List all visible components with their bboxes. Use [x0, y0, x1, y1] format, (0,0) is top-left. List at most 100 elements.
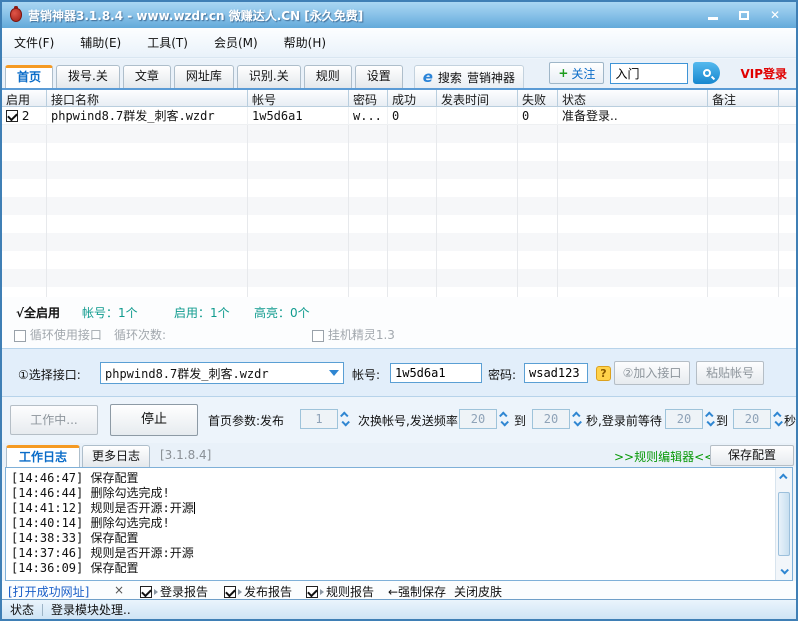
add-interface-button[interactable]: ②加入接口: [614, 361, 690, 385]
control-panel: 工作中... 停止 首页参数:发布 1 次换帐号,发送频率 20 到 20 秒,…: [2, 397, 796, 443]
table-row[interactable]: 2 phpwind8.7群发_刺客.wzdr 1w5d6a1 w... 0 0 …: [2, 106, 796, 125]
row-status: 准备登录..: [558, 106, 708, 125]
menu-tools[interactable]: 工具(T): [147, 34, 188, 51]
tab-url-library[interactable]: 网址库: [173, 65, 234, 88]
log-scrollbar[interactable]: [775, 468, 792, 580]
plus-icon: +: [558, 66, 569, 80]
spinner-arrows-icon[interactable]: [570, 409, 583, 429]
wait-from-stepper[interactable]: 20: [665, 409, 716, 429]
close-button[interactable]: ✕: [766, 7, 784, 23]
login-report-checkbox[interactable]: 登录报告: [140, 583, 208, 600]
follow-button[interactable]: + 关注: [549, 62, 605, 84]
maximize-icon: [739, 10, 749, 20]
row-interface-name: phpwind8.7群发_刺客.wzdr: [47, 106, 248, 125]
freq-from-stepper[interactable]: 20: [459, 409, 510, 429]
row-password: w...: [349, 106, 388, 125]
tab-recognize[interactable]: 识别.关: [236, 65, 301, 88]
rule-editor-link[interactable]: >>规则编辑器<<: [614, 448, 714, 465]
table-empty-area: [2, 125, 796, 297]
account-field[interactable]: [390, 363, 482, 383]
checkbox-icon: [312, 329, 324, 342]
tab-home[interactable]: 首页: [5, 65, 54, 88]
minimize-button[interactable]: [704, 7, 722, 23]
col-fail[interactable]: 失败: [518, 90, 558, 106]
stat-accounts: 帐号：1个: [82, 306, 138, 320]
spinner-arrows-icon[interactable]: [771, 409, 784, 429]
tab-articles[interactable]: 文章: [122, 65, 171, 88]
web-search-button[interactable]: e 搜索 营销神器: [413, 65, 524, 88]
stat-highlight: 高亮：0个: [254, 306, 310, 320]
paste-account-button[interactable]: 粘贴帐号: [696, 361, 764, 385]
search-input[interactable]: [610, 62, 689, 84]
password-field[interactable]: [524, 363, 588, 383]
log-tabbar: 工作日志 更多日志 [3.1.8.4] >>规则编辑器<< 保存配置: [2, 443, 796, 467]
help-icon[interactable]: ?: [596, 366, 611, 381]
to-label-1: 到: [514, 414, 527, 428]
spinner-arrows-icon[interactable]: [703, 409, 716, 429]
clear-x-button[interactable]: ×: [114, 583, 124, 597]
col-success[interactable]: 成功: [388, 90, 437, 106]
menu-assist[interactable]: 辅助(E): [80, 34, 121, 51]
minimize-icon: [708, 16, 718, 20]
maximize-button[interactable]: [735, 7, 753, 23]
tab-settings[interactable]: 设置: [354, 65, 403, 88]
col-interface-name[interactable]: 接口名称: [47, 90, 248, 106]
vip-login-link[interactable]: VIP登录: [740, 65, 787, 82]
scroll-down-icon: [780, 566, 789, 575]
wait-to-stepper[interactable]: 20: [733, 409, 784, 429]
ie-logo-icon: e: [422, 67, 433, 86]
main-tabbar: 首页 拨号.关 文章 网址库 识别.关 规则 设置 e 搜索 营销神器 + 关注…: [2, 59, 796, 88]
working-button[interactable]: 工作中...: [10, 405, 98, 435]
checkbox-icon: [224, 585, 236, 598]
scroll-down-button[interactable]: [776, 563, 792, 579]
seconds-label: 秒: [784, 414, 797, 428]
titlebar[interactable]: 营销神器3.1.8.4 - www.wzdr.cn 微赚达人.CN [永久免费]…: [2, 2, 796, 28]
force-save-button[interactable]: ←强制保存: [388, 583, 446, 600]
interface-select[interactable]: phpwind8.7群发_刺客.wzdr: [100, 362, 344, 384]
publish-report-checkbox[interactable]: 发布报告: [224, 583, 292, 600]
col-enable[interactable]: 启用: [2, 90, 47, 106]
rule-report-checkbox[interactable]: 规则报告: [306, 583, 374, 600]
spinner-arrows-icon[interactable]: [338, 409, 351, 429]
search-label: 搜索: [437, 70, 462, 85]
open-success-urls-link[interactable]: [打开成功网址]: [8, 583, 89, 600]
menu-help[interactable]: 帮助(H): [284, 34, 326, 51]
menu-member[interactable]: 会员(M): [214, 34, 258, 51]
status-divider: [42, 603, 44, 616]
col-password[interactable]: 密码: [349, 90, 388, 106]
log-area[interactable]: [14:46:47] 保存配置 [14:46:44] 删除勾选完成! [14:4…: [5, 467, 793, 581]
close-skin-button[interactable]: 关闭皮肤: [454, 583, 502, 600]
loop-interface-checkbox[interactable]: 循环使用接口: [14, 326, 102, 343]
window-title: 营销神器3.1.8.4 - www.wzdr.cn 微赚达人.CN [永久免费]: [28, 8, 364, 23]
scrollbar-thumb[interactable]: [778, 492, 790, 556]
loop-count-label: 循环次数:: [114, 328, 167, 342]
scroll-up-button[interactable]: [776, 469, 792, 485]
login-wait-label: 秒,登录前等待: [586, 414, 662, 428]
row-note: [708, 106, 779, 125]
close-icon: ✕: [769, 8, 781, 22]
tab-more-log[interactable]: 更多日志: [82, 445, 150, 467]
col-filler: [779, 90, 796, 106]
save-config-button[interactable]: 保存配置: [710, 445, 794, 466]
select-all-toggle[interactable]: √全启用: [16, 304, 60, 321]
checkbox-icon: [140, 585, 152, 598]
checkbox-arrow-icon: [238, 588, 242, 595]
tab-work-log[interactable]: 工作日志: [6, 445, 80, 467]
status-label: 状态: [10, 603, 35, 617]
hangup-checkbox[interactable]: 挂机精灵1.3: [312, 326, 395, 343]
freq-to-stepper[interactable]: 20: [532, 409, 583, 429]
stat-enabled: 启用：1个: [174, 306, 230, 320]
stop-button[interactable]: 停止: [110, 404, 198, 436]
col-status[interactable]: 状态: [558, 90, 708, 106]
tab-dial[interactable]: 拨号.关: [56, 65, 120, 88]
search-go-button[interactable]: [693, 62, 721, 84]
checkbox-arrow-icon: [320, 588, 324, 595]
row-enabled-checkbox[interactable]: [6, 110, 18, 122]
tab-rules[interactable]: 规则: [303, 65, 352, 88]
col-note[interactable]: 备注: [708, 90, 779, 106]
menu-file[interactable]: 文件(F): [14, 34, 54, 51]
publish-count-stepper[interactable]: 1: [300, 409, 351, 429]
col-account[interactable]: 帐号: [248, 90, 349, 106]
col-post-time[interactable]: 发表时间: [437, 90, 518, 106]
spinner-arrows-icon[interactable]: [497, 409, 510, 429]
